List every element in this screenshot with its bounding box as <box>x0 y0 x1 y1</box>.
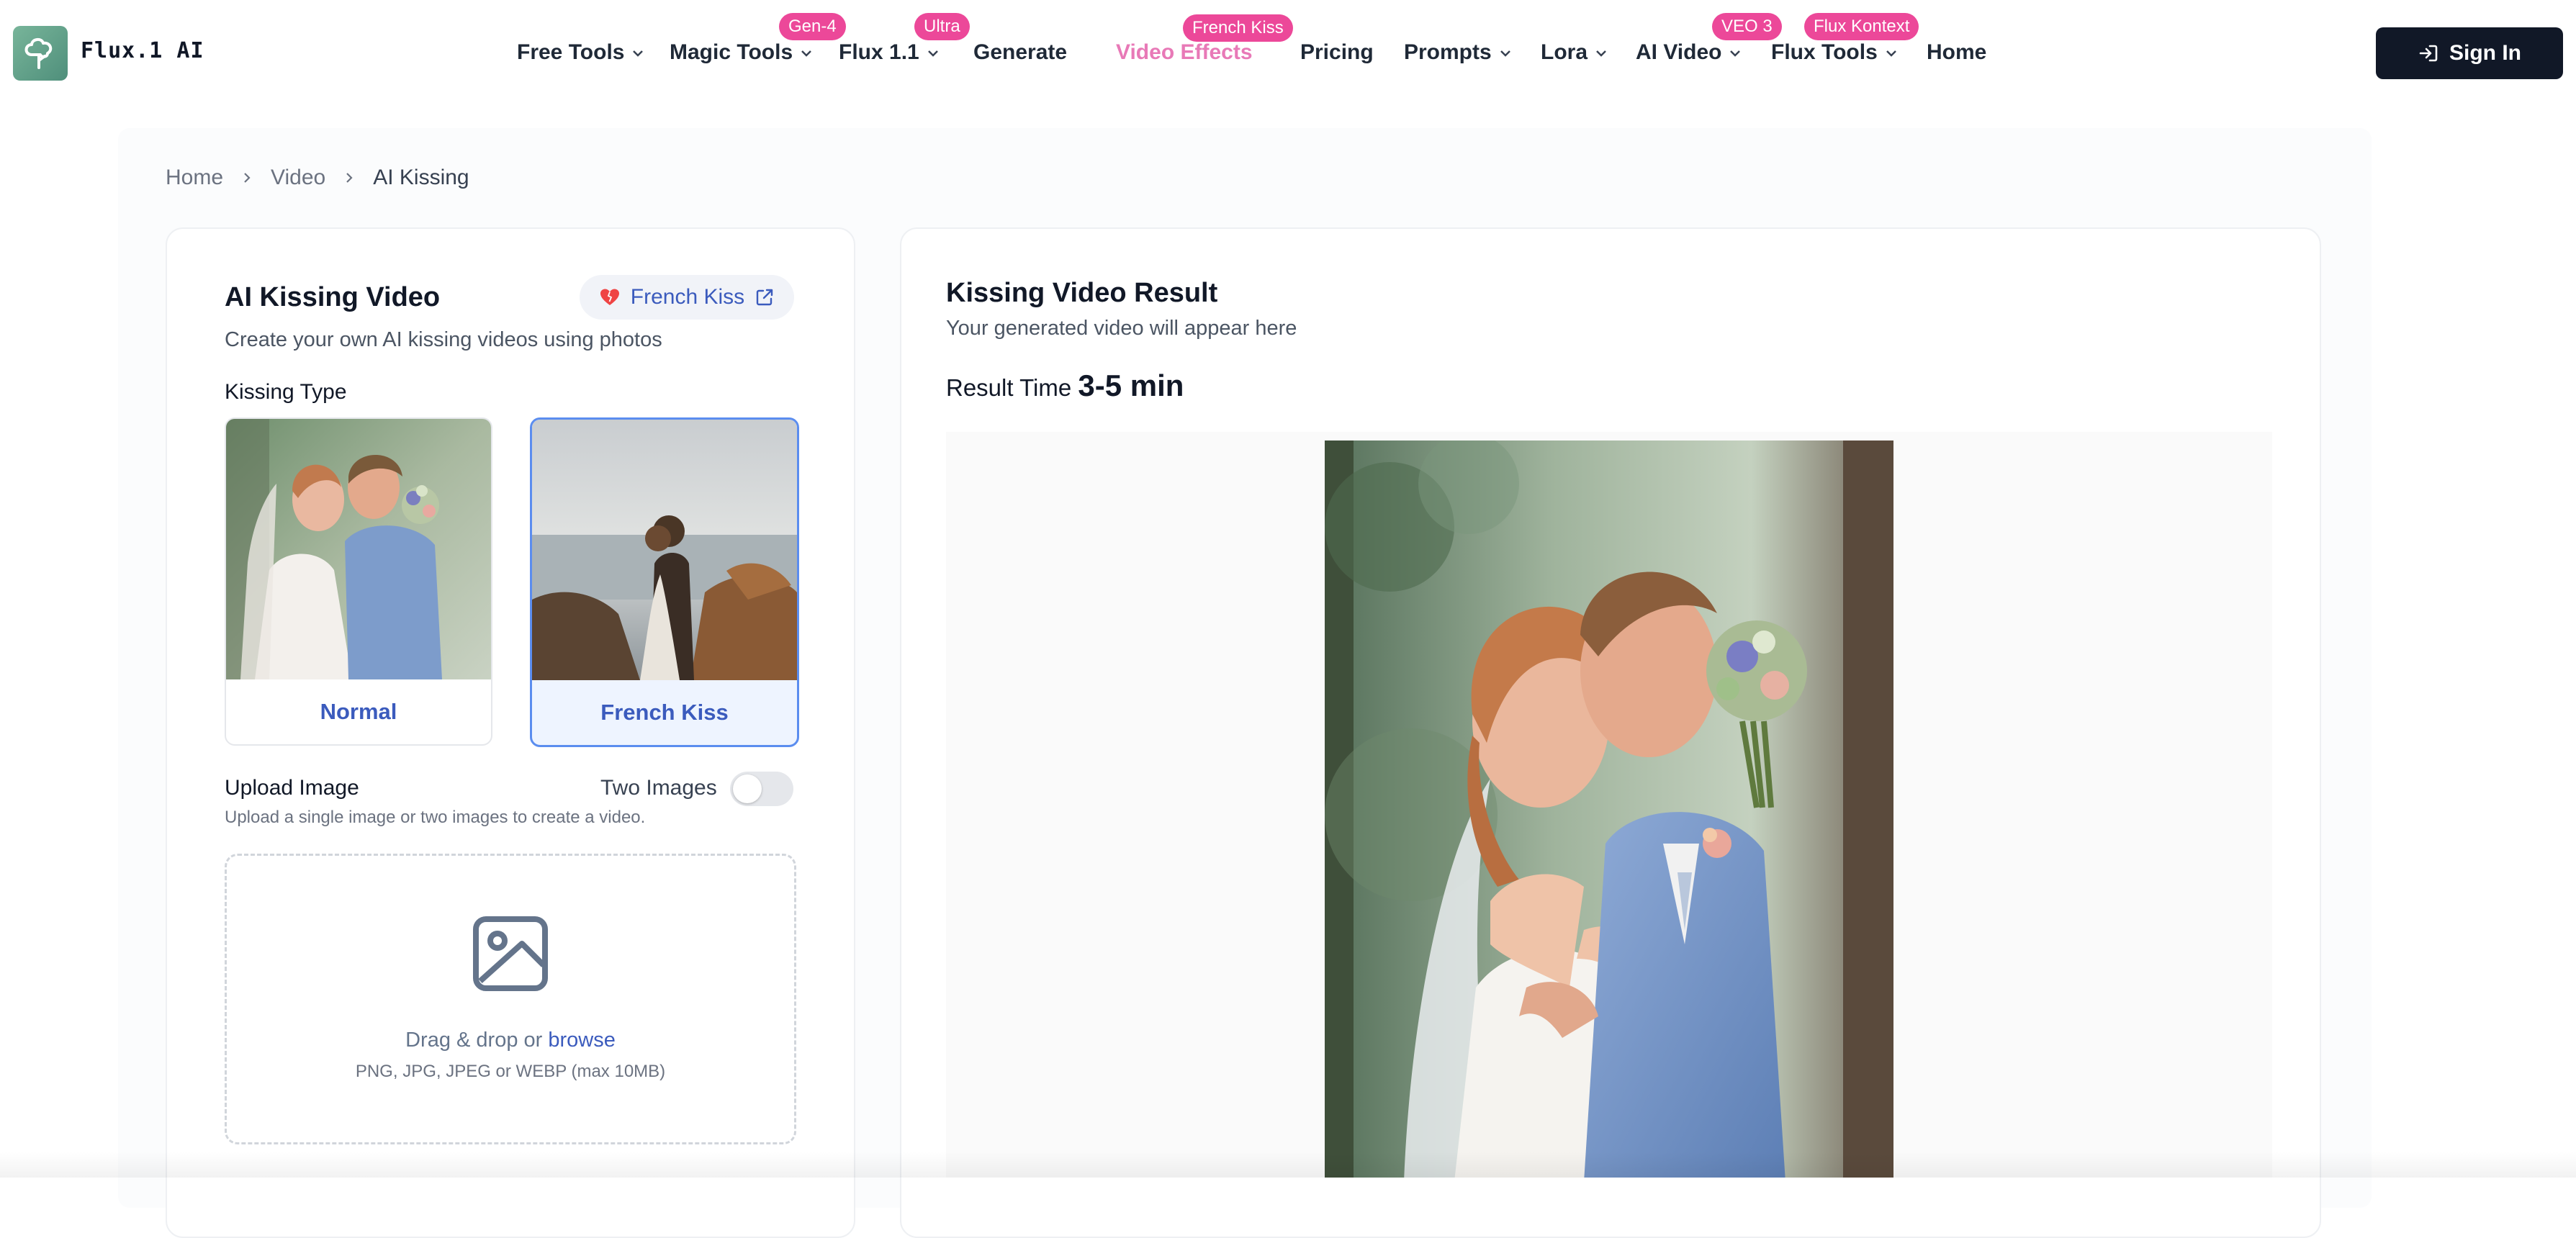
nav-label: Free Tools <box>517 40 625 64</box>
panel-title: AI Kissing Video <box>225 282 441 312</box>
chevron-down-icon <box>1500 50 1510 57</box>
nav-label: Home <box>1927 40 1987 64</box>
nav-label: Flux Tools <box>1771 40 1878 64</box>
upload-help-text: Upload a single image or two images to c… <box>225 808 646 827</box>
nav-label: Generate <box>973 40 1068 64</box>
kissing-type-french-kiss-label: French Kiss <box>600 700 729 725</box>
badge-veo3: VEO 3 <box>1712 13 1782 40</box>
nav-label: Magic Tools <box>670 40 793 64</box>
nav-generate[interactable]: Generate <box>973 40 1067 65</box>
nav-pricing[interactable]: Pricing <box>1300 40 1374 65</box>
sign-in-icon <box>2419 45 2438 62</box>
nav-video-effects[interactable]: Video Effects <box>1116 40 1253 65</box>
result-time-value: 3-5 min <box>1078 369 1184 402</box>
panel-subtitle: Create your own AI kissing videos using … <box>225 328 662 351</box>
french-kiss-link-button[interactable]: French Kiss <box>580 275 794 320</box>
nav-lora[interactable]: Lora <box>1541 40 1608 65</box>
breadcrumb-video[interactable]: Video <box>271 166 325 190</box>
nav-home[interactable]: Home <box>1927 40 1986 65</box>
external-link-icon <box>756 289 773 306</box>
sign-in-label: Sign In <box>2449 41 2521 65</box>
chevron-right-icon <box>244 173 251 183</box>
video-result-area <box>946 432 2272 1178</box>
nav-flux-11[interactable]: Flux 1.1 <box>839 40 940 65</box>
french-kiss-link-label: French Kiss <box>630 285 745 309</box>
result-subtitle: Your generated video will appear here <box>946 317 1297 340</box>
result-time-label: Result Time <box>946 374 1072 401</box>
chevron-down-icon <box>1730 50 1741 57</box>
chevron-right-icon <box>346 173 353 183</box>
breadcrumb: Home Video AI Kissing <box>166 166 469 190</box>
nav-ai-video[interactable]: AI Video <box>1636 40 1742 65</box>
dropzone-text: Drag & drop or <box>405 1029 543 1052</box>
nav-free-tools[interactable]: Free Tools <box>517 40 644 65</box>
nav-label: AI Video <box>1636 40 1722 64</box>
badge-ultra: Ultra <box>914 13 970 40</box>
sign-in-button[interactable]: Sign In <box>2376 27 2563 79</box>
normal-kiss-thumbnail <box>226 419 491 679</box>
two-images-label: Two Images <box>600 776 717 800</box>
image-dropzone[interactable]: Drag & drop or browse PNG, JPG, JPEG or … <box>225 854 796 1144</box>
nav-label: Prompts <box>1404 40 1492 64</box>
result-title: Kissing Video Result <box>946 278 1218 308</box>
nav-label: Pricing <box>1300 40 1374 64</box>
nav-magic-tools[interactable]: Magic Tools <box>670 40 813 65</box>
nav-prompts[interactable]: Prompts <box>1404 40 1512 65</box>
image-placeholder-icon <box>473 916 548 991</box>
nav-label: Lora <box>1541 40 1588 64</box>
heart-icon <box>600 289 619 305</box>
logo-icon[interactable] <box>13 26 68 81</box>
two-images-toggle[interactable] <box>730 772 793 806</box>
nav-label: Flux 1.1 <box>839 40 919 64</box>
dropzone-instructions: Drag & drop or browse <box>227 1029 794 1052</box>
kissing-type-label: Kissing Type <box>225 380 347 404</box>
breadcrumb-current: AI Kissing <box>373 166 469 189</box>
breadcrumb-home[interactable]: Home <box>166 166 223 190</box>
nav-label: Video Effects <box>1116 40 1253 64</box>
nav-flux-tools[interactable]: Flux Tools <box>1771 40 1898 65</box>
french-kiss-thumbnail <box>532 420 797 680</box>
result-time: Result Time 3-5 min <box>946 369 1184 403</box>
chevron-down-icon <box>801 50 812 57</box>
chevron-down-icon <box>633 50 644 57</box>
badge-flux-kontext: Flux Kontext <box>1804 13 1919 40</box>
kissing-type-french-kiss[interactable]: French Kiss <box>530 417 799 747</box>
bottom-shadow <box>0 1152 2576 1178</box>
chevron-down-icon <box>1886 50 1896 57</box>
toggle-knob <box>733 774 762 803</box>
badge-gen4: Gen-4 <box>779 13 846 40</box>
chevron-down-icon <box>1596 50 1606 57</box>
badge-french-kiss: French Kiss <box>1183 14 1293 42</box>
dropzone-formats: PNG, JPG, JPEG or WEBP (max 10MB) <box>355 1062 666 1081</box>
top-navigation-bar: Flux.1 AI Free Tools Magic Tools Gen-4 F… <box>0 0 2576 108</box>
kissing-type-normal[interactable]: Normal <box>225 417 492 746</box>
chevron-down-icon <box>927 50 938 57</box>
upload-image-label: Upload Image <box>225 776 359 800</box>
logo-text[interactable]: Flux.1 AI <box>81 38 204 63</box>
kissing-type-normal-label: Normal <box>320 699 397 724</box>
result-preview-image[interactable] <box>1325 440 1893 1178</box>
browse-link[interactable]: browse <box>548 1029 616 1052</box>
